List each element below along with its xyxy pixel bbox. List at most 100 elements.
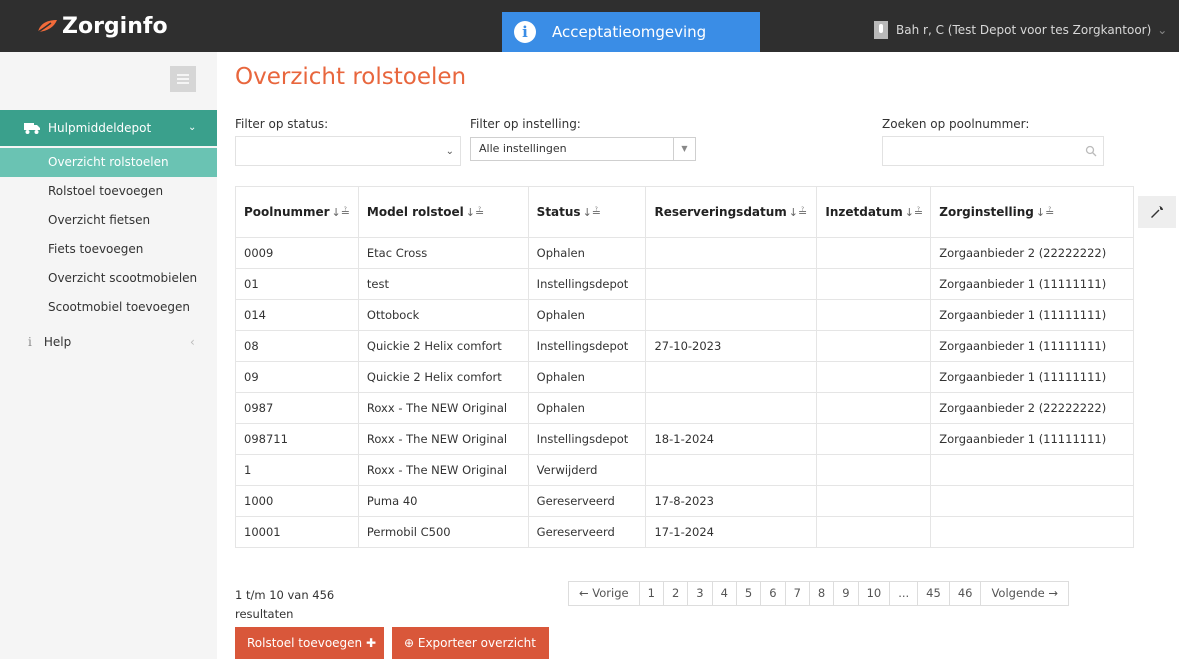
table-cell [816,423,932,455]
table-cell: Ophalen [527,361,647,393]
table-row[interactable]: 09 Quickie 2 Helix comfort Ophalen Zorgaanb… [235,361,1134,393]
table-cell: 1 [235,454,359,486]
environment-banner: i Acceptatieomgeving [502,12,760,52]
table-cell: 27-10-2023 [645,330,818,362]
chevron-down-icon: ⌄ [445,146,454,157]
table-row[interactable]: 01 test Instellingsdepot Zorgaanbieder 1 (1… [235,268,1134,300]
pagination-page[interactable]: 45 [917,582,949,605]
table-cell: Ottobock [357,299,529,331]
search-icon [1085,145,1097,157]
table-row[interactable]: 1 Roxx - The NEW Original Verwijderd [235,454,1134,486]
table-cell: Puma 40 [357,485,529,517]
sidebar-section-hulpmiddeldepot[interactable]: Hulpmiddeldepot ⌄ [0,110,217,146]
table-cell [816,330,932,362]
pagination-page[interactable]: 1 [638,582,663,605]
rolstoelen-table: Poolnummer ↓≟ Model rolstoel ↓≟ Status ↓≟ R… [235,186,1134,548]
sidebar-item-help[interactable]: i Help ‹ [0,328,217,356]
sidebar-item-rolstoel-toevoegen[interactable]: Rolstoel toevoegen [0,177,217,206]
table-cell: 014 [235,299,359,331]
page-title: Overzicht rolstoelen [235,64,467,90]
chevron-down-icon: ⌄ [188,122,197,133]
table-cell [816,392,932,424]
sort-icon: ↓≟ [1035,206,1055,219]
table-cell: Zorgaanbieder 1 (11111111) [930,268,1134,300]
user-menu[interactable]: Bah r, C (Test Depot voor tes Zorgkantoo… [874,21,1167,39]
table-cell: Gereserveerd [527,485,647,517]
table-cell [930,516,1134,548]
column-header-reserveringsdatum[interactable]: Reserveringsdatum ↓≟ [645,186,818,238]
pagination-ellipsis: ... [889,582,917,605]
pagination-next[interactable]: Volgende → [980,582,1068,605]
table-cell: Gereserveerd [527,516,647,548]
table-cell [645,268,818,300]
sidebar-item-label: Help [43,335,72,349]
table-row[interactable]: 08 Quickie 2 Helix comfort Instellingsdepo… [235,330,1134,362]
table-row[interactable]: 1000 Puma 40 Gereserveerd 17-8-2023 [235,485,1134,517]
pagination-page[interactable]: 6 [760,582,784,605]
table-cell [930,485,1134,517]
table-cell: Etac Cross [357,237,529,269]
table-cell: Roxx - The NEW Original [357,392,529,424]
sidebar-subnav: Overzicht rolstoelen Rolstoel toevoegen … [0,148,217,322]
table-cell: 17-1-2024 [645,516,818,548]
table-cell: 17-8-2023 [645,485,818,517]
pagination-page[interactable]: 9 [833,582,857,605]
column-header-status[interactable]: Status ↓≟ [527,186,647,238]
table-cell [816,485,932,517]
table-cell [816,516,932,548]
pagination-page[interactable]: 5 [735,582,760,605]
search-label: Zoeken op poolnummer: [882,117,1030,131]
pagination-page[interactable]: 10 [857,582,890,605]
table-cell: Instellingsdepot [527,423,647,455]
table-row[interactable]: 0009 Etac Cross Ophalen Zorgaanbieder 2 (22… [235,237,1134,269]
table-cell: 09 [235,361,359,393]
table-row[interactable]: 10001 Permobil C500 Gereserveerd 17-1-2024 [235,516,1134,548]
table-cell [816,268,932,300]
export-overview-button[interactable]: ⊕ Exporteer overzicht [392,627,549,659]
sidebar-item-overzicht-scootmobielen[interactable]: Overzicht scootmobielen [0,264,217,293]
filter-status-select[interactable]: ⌄ [235,136,461,166]
search-input[interactable] [882,136,1104,166]
logo[interactable]: Zorginfo [36,10,168,42]
wrench-icon [1151,206,1163,218]
table-cell: Zorgaanbieder 2 (22222222) [930,392,1134,424]
column-header-model[interactable]: Model rolstoel ↓≟ [357,186,529,238]
filter-instelling-select[interactable]: Alle instellingen ▼ [470,137,696,161]
pagination-page[interactable]: 7 [784,582,809,605]
table-row[interactable]: 0987 Roxx - The NEW Original Ophalen Zorgaa… [235,392,1134,424]
table-cell: Permobil C500 [357,516,529,548]
table-row[interactable]: 098711 Roxx - The NEW Original Instellings… [235,423,1134,455]
table-cell: test [357,268,529,300]
sidebar-item-scootmobiel-toevoegen[interactable]: Scootmobiel toevoegen [0,293,217,322]
chevron-left-icon: ‹ [190,335,195,349]
sidebar-item-overzicht-rolstoelen[interactable]: Overzicht rolstoelen [0,148,217,177]
pagination-page[interactable]: 46 [948,582,981,605]
table-cell: 18-1-2024 [645,423,818,455]
settings-tool-button[interactable] [1138,196,1176,228]
sort-icon: ↓≟ [465,206,485,219]
pagination-page[interactable]: 4 [711,582,736,605]
info-icon: i [514,21,536,43]
sort-icon: ↓≟ [582,206,602,219]
table-cell: Instellingsdepot [527,268,647,300]
column-header-poolnummer[interactable]: Poolnummer ↓≟ [235,186,359,238]
column-header-inzetdatum[interactable]: Inzetdatum ↓≟ [816,186,932,238]
filter-instelling-value: Alle instellingen [479,142,567,155]
table-row[interactable]: 014 Ottobock Ophalen Zorgaanbieder 1 (11111… [235,299,1134,331]
add-rolstoel-button[interactable]: Rolstoel toevoegen ✚ [235,627,384,659]
table-cell [645,237,818,269]
pagination-prev[interactable]: ← Vorige [569,582,639,605]
sort-icon: ↓≟ [331,206,350,219]
sidebar-item-fiets-toevoegen[interactable]: Fiets toevoegen [0,235,217,264]
pagination: ← Vorige 1 2 3 4 5 6 7 8 9 10 ... 45 46 … [568,581,1069,606]
sidebar-item-overzicht-fietsen[interactable]: Overzicht fietsen [0,206,217,235]
menu-toggle-button[interactable] [170,66,196,92]
filter-status-label: Filter op status: [235,117,329,131]
pagination-page[interactable]: 3 [687,582,711,605]
table-cell: 098711 [235,423,359,455]
pagination-page[interactable]: 8 [808,582,833,605]
column-header-zorginstelling[interactable]: Zorginstelling ↓≟ [930,186,1134,238]
table-cell [816,454,932,486]
table-cell: Zorgaanbieder 1 (11111111) [930,330,1134,362]
pagination-page[interactable]: 2 [662,582,687,605]
